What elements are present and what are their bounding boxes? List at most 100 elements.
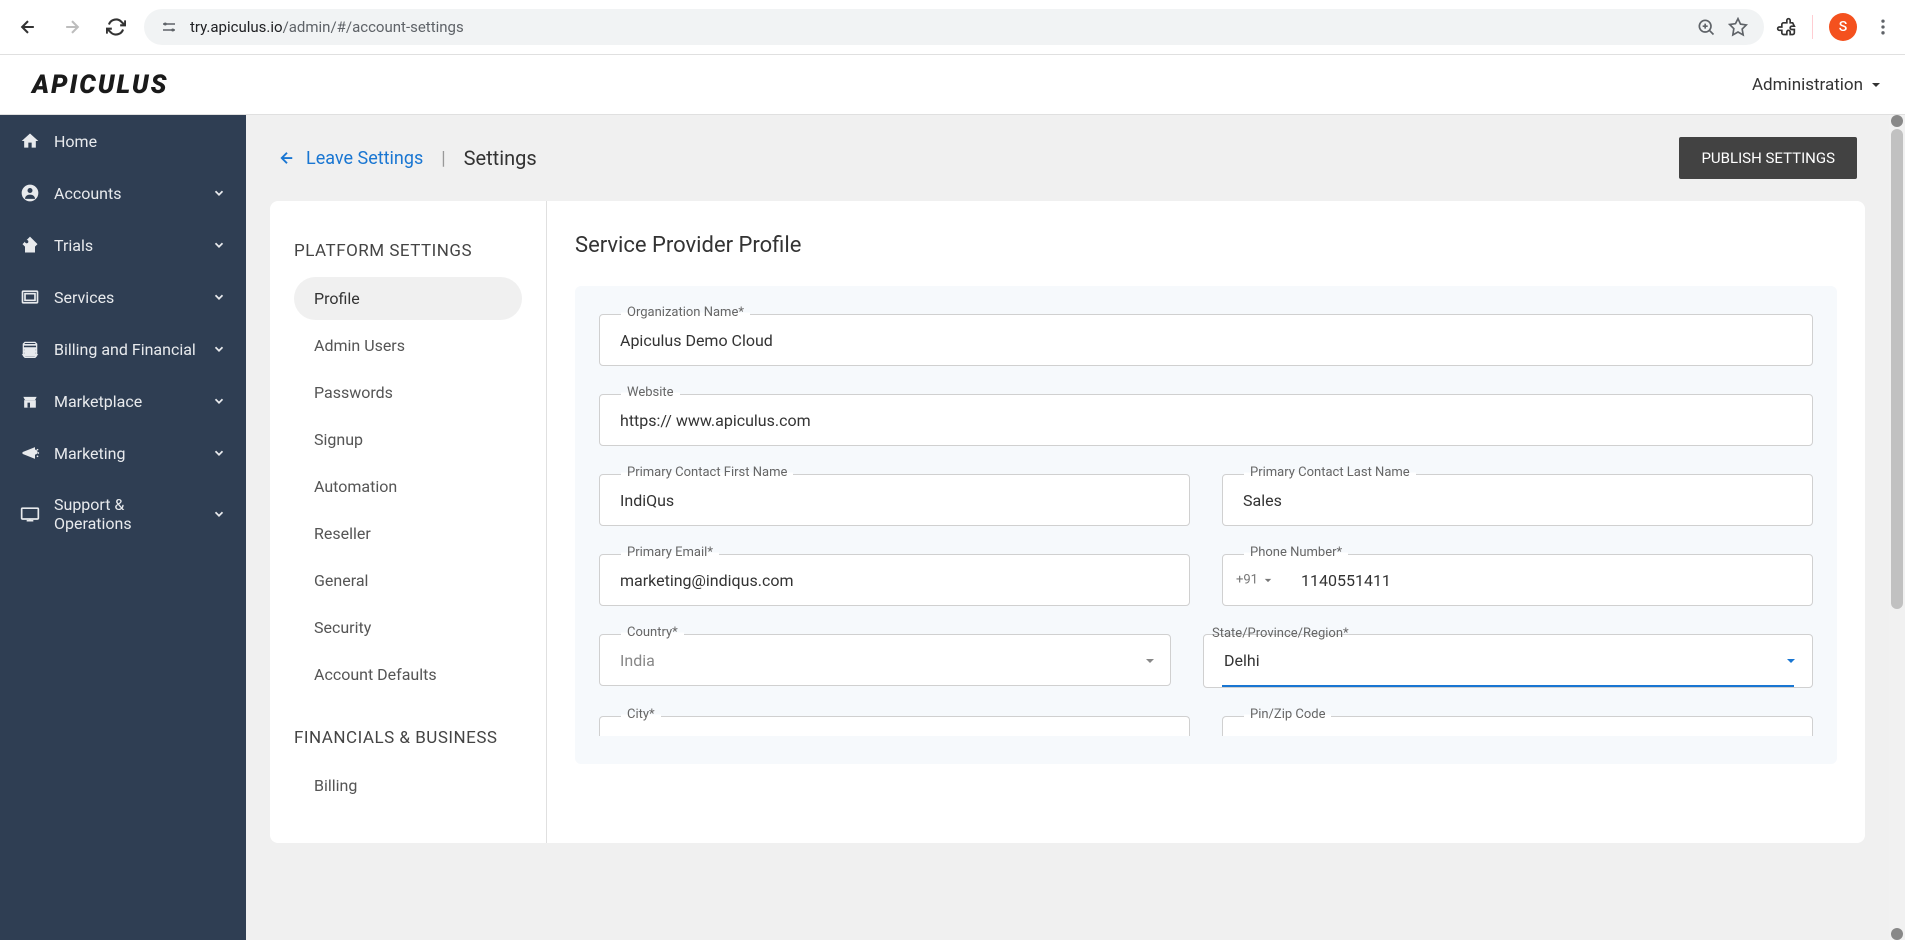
support-icon: [20, 504, 40, 524]
state-select[interactable]: [1222, 635, 1794, 687]
menu-dots-icon[interactable]: [1873, 17, 1893, 37]
form-title: Service Provider Profile: [575, 233, 1837, 258]
city-label: City*: [621, 707, 661, 722]
content-area: Leave Settings | Settings PUBLISH SETTIN…: [246, 115, 1905, 940]
logo[interactable]: APICULUS: [32, 70, 168, 100]
lastname-field-wrap: Primary Contact Last Name: [1222, 474, 1813, 526]
firstname-input[interactable]: [599, 474, 1190, 526]
admin-label: Administration: [1752, 75, 1863, 95]
nav-section-platform: PLATFORM SETTINGS: [294, 241, 522, 261]
nav-item-account-defaults[interactable]: Account Defaults: [294, 653, 522, 696]
leave-label: Leave Settings: [306, 148, 423, 169]
phone-input[interactable]: [1222, 554, 1813, 606]
app-header: APICULUS Administration: [0, 55, 1905, 115]
publish-settings-button[interactable]: PUBLISH SETTINGS: [1679, 137, 1857, 179]
form-area: Service Provider Profile Organization Na…: [547, 201, 1865, 843]
divider: [1812, 15, 1813, 39]
profile-avatar[interactable]: S: [1829, 13, 1857, 41]
sidebar-item-label: Accounts: [54, 184, 198, 203]
email-label: Primary Email*: [621, 545, 719, 560]
sidebar-item-label: Billing and Financial: [54, 340, 198, 359]
sidebar-item-label: Marketplace: [54, 392, 198, 411]
nav-item-admin-users[interactable]: Admin Users: [294, 324, 522, 367]
scroll-thumb[interactable]: [1891, 129, 1903, 609]
scroll-down-button[interactable]: [1891, 928, 1903, 940]
services-icon: [20, 287, 40, 307]
sidebar-item-services[interactable]: Services: [0, 271, 246, 323]
chevron-down-icon: [212, 238, 226, 252]
administration-dropdown[interactable]: Administration: [1752, 75, 1881, 95]
chevron-down-icon: [212, 507, 226, 521]
chevron-down-icon: [212, 186, 226, 200]
sidebar-item-label: Support & Operations: [54, 495, 198, 533]
caret-down-icon: [1871, 80, 1881, 90]
sidebar-item-support[interactable]: Support & Operations: [0, 479, 246, 549]
email-input[interactable]: [599, 554, 1190, 606]
city-input[interactable]: [599, 716, 1190, 736]
sidebar-item-marketplace[interactable]: Marketplace: [0, 375, 246, 427]
sidebar-item-home[interactable]: Home: [0, 115, 246, 167]
zip-label: Pin/Zip Code: [1244, 707, 1331, 722]
lastname-input[interactable]: [1222, 474, 1813, 526]
sidebar-item-label: Trials: [54, 236, 198, 255]
sidebar-item-label: Services: [54, 288, 198, 307]
extensions-icon[interactable]: [1776, 17, 1796, 37]
breadcrumb: Leave Settings | Settings: [278, 146, 537, 170]
sidebar-item-billing[interactable]: Billing and Financial: [0, 323, 246, 375]
sidebar-item-label: Home: [54, 132, 226, 151]
nav-item-profile[interactable]: Profile: [294, 277, 522, 320]
url-bar[interactable]: try.apiculus.io/admin/#/account-settings: [144, 9, 1764, 45]
arrow-left-icon: [278, 149, 296, 167]
sidebar-item-accounts[interactable]: Accounts: [0, 167, 246, 219]
home-icon: [20, 131, 40, 151]
email-field-wrap: Primary Email*: [599, 554, 1190, 606]
marketplace-icon: [20, 391, 40, 411]
zip-field-wrap: Pin/Zip Code: [1222, 716, 1813, 736]
nav-item-passwords[interactable]: Passwords: [294, 371, 522, 414]
chevron-down-icon: [212, 394, 226, 408]
phone-label: Phone Number*: [1244, 545, 1348, 560]
nav-item-automation[interactable]: Automation: [294, 465, 522, 508]
nav-item-reseller[interactable]: Reseller: [294, 512, 522, 555]
url-text: try.apiculus.io/admin/#/account-settings: [190, 18, 464, 36]
settings-card: PLATFORM SETTINGS Profile Admin Users Pa…: [270, 201, 1865, 843]
back-button[interactable]: [12, 11, 44, 43]
site-settings-icon: [160, 18, 178, 36]
content-header: Leave Settings | Settings PUBLISH SETTIN…: [246, 115, 1889, 201]
website-input[interactable]: [599, 394, 1813, 446]
nav-item-general[interactable]: General: [294, 559, 522, 602]
forward-button[interactable]: [56, 11, 88, 43]
firstname-label: Primary Contact First Name: [621, 465, 793, 480]
sidebar-item-marketing[interactable]: Marketing: [0, 427, 246, 479]
state-label: State/Province/Region*: [1206, 626, 1355, 641]
org-label: Organization Name*: [621, 305, 750, 320]
trials-icon: [20, 235, 40, 255]
nav-item-billing-fin[interactable]: Billing: [294, 764, 522, 807]
settings-nav: PLATFORM SETTINGS Profile Admin Users Pa…: [270, 201, 547, 843]
org-field-wrap: Organization Name*: [599, 314, 1813, 366]
sidebar-item-trials[interactable]: Trials: [0, 219, 246, 271]
country-label: Country*: [621, 625, 684, 640]
billing-icon: [20, 339, 40, 359]
nav-section-financials: FINANCIALS & BUSINESS: [294, 728, 522, 748]
reload-button[interactable]: [100, 11, 132, 43]
phone-prefix-dropdown[interactable]: +91: [1236, 573, 1272, 588]
website-label: Website: [621, 385, 680, 400]
zoom-icon[interactable]: [1696, 17, 1716, 37]
scroll-up-button[interactable]: [1891, 115, 1903, 127]
org-input[interactable]: [599, 314, 1813, 366]
scrollbar-track[interactable]: [1889, 115, 1905, 940]
bookmark-star-icon[interactable]: [1728, 17, 1748, 37]
nav-item-security[interactable]: Security: [294, 606, 522, 649]
chevron-down-icon: [212, 446, 226, 460]
phone-field-wrap: Phone Number* +91: [1222, 554, 1813, 606]
nav-item-signup[interactable]: Signup: [294, 418, 522, 461]
form-container: Organization Name* Website Primary Conta…: [575, 286, 1837, 764]
accounts-icon: [20, 183, 40, 203]
marketing-icon: [20, 443, 40, 463]
caret-down-icon: [1264, 576, 1272, 584]
country-select[interactable]: [599, 634, 1171, 686]
leave-settings-link[interactable]: Leave Settings: [278, 148, 423, 169]
browser-chrome: try.apiculus.io/admin/#/account-settings…: [0, 0, 1905, 55]
sidebar: Home Accounts Trials Services Billing an…: [0, 115, 246, 940]
